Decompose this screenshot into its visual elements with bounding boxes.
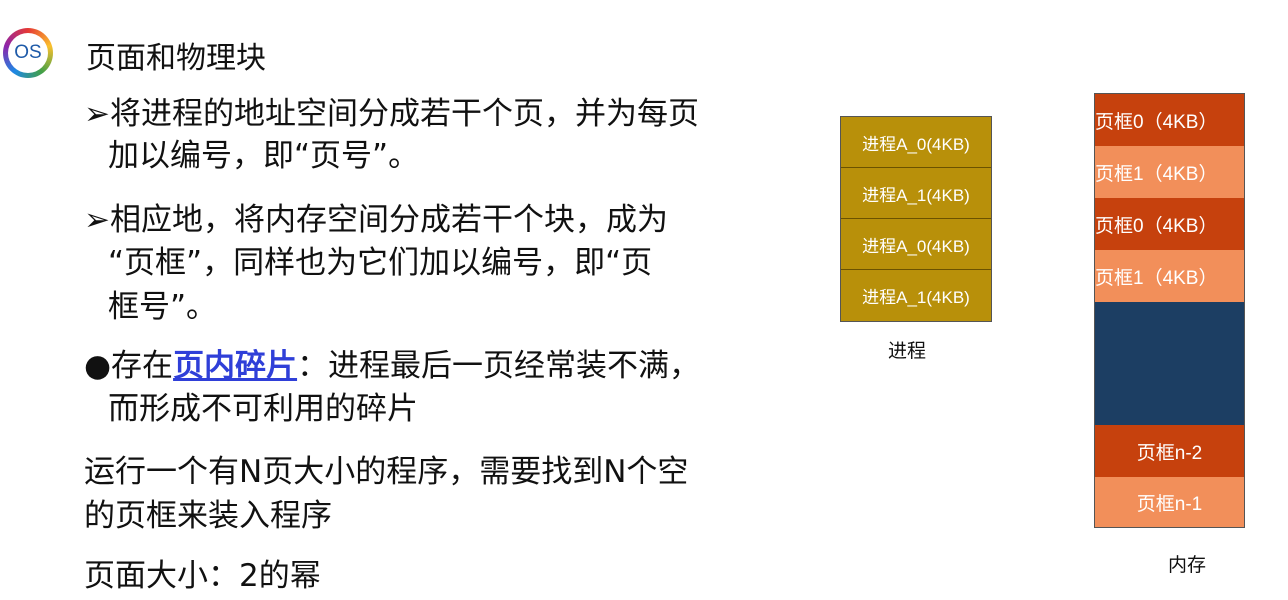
process-page-cell: 进程A_1(4KB) [841, 168, 991, 219]
process-diagram: 进程A_0(4KB) 进程A_1(4KB) 进程A_0(4KB) 进程A_1(4… [840, 116, 992, 322]
memory-frame-cell: 页框0（4KB） [1095, 94, 1244, 146]
memory-label: 内存 [1168, 554, 1207, 576]
bullet-2-line-2: “页框”，同样也为它们加以编号，即“页 [108, 245, 653, 281]
paragraph-2: 页面大小：2的幂 [84, 558, 321, 594]
os-logo: OS [3, 28, 53, 78]
paragraph-1-line-1: 运行一个有N页大小的程序，需要找到N个空 [84, 454, 689, 490]
bullet-3-prefix: ●存在 [84, 348, 174, 384]
process-page-cell: 进程A_0(4KB) [841, 219, 991, 270]
process-page-cell: 进程A_0(4KB) [841, 117, 991, 168]
slide-title: 页面和物理块 [86, 41, 266, 76]
bullet-3-line-1: ●存在页内碎片：进程最后一页经常装不满， [84, 346, 700, 386]
process-label: 进程 [888, 340, 927, 362]
memory-diagram: 页框0（4KB） 页框1（4KB） 页框0（4KB） 页框1（4KB） 页框n-… [1094, 93, 1245, 528]
bullet-1-line-2: 加以编号，即“页号”。 [108, 138, 420, 174]
memory-frame-cell: 页框1（4KB） [1095, 250, 1244, 302]
bullet-2-line-1: ➢相应地，将内存空间分成若干个块，成为 [84, 202, 668, 238]
internal-fragmentation-link[interactable]: 页内碎片 [173, 348, 297, 384]
paragraph-1-line-2: 的页框来装入程序 [84, 498, 332, 534]
memory-frame-cell: 页框n-1 [1095, 477, 1244, 527]
memory-frame-cell: 页框n-2 [1095, 425, 1244, 477]
bullet-1-line-1: ➢将进程的地址空间分成若干个页，并为每页 [84, 96, 699, 132]
os-logo-text: OS [8, 33, 48, 73]
bullet-2-line-3: 框号”。 [108, 289, 218, 325]
process-page-cell: 进程A_1(4KB) [841, 270, 991, 321]
bullet-3-line-2: 而形成不可利用的碎片 [108, 391, 418, 427]
bullet-3-suffix: ：进程最后一页经常装不满， [297, 348, 701, 384]
memory-frame-cell: 页框0（4KB） [1095, 198, 1244, 250]
memory-frame-cell: 页框1（4KB） [1095, 146, 1244, 198]
